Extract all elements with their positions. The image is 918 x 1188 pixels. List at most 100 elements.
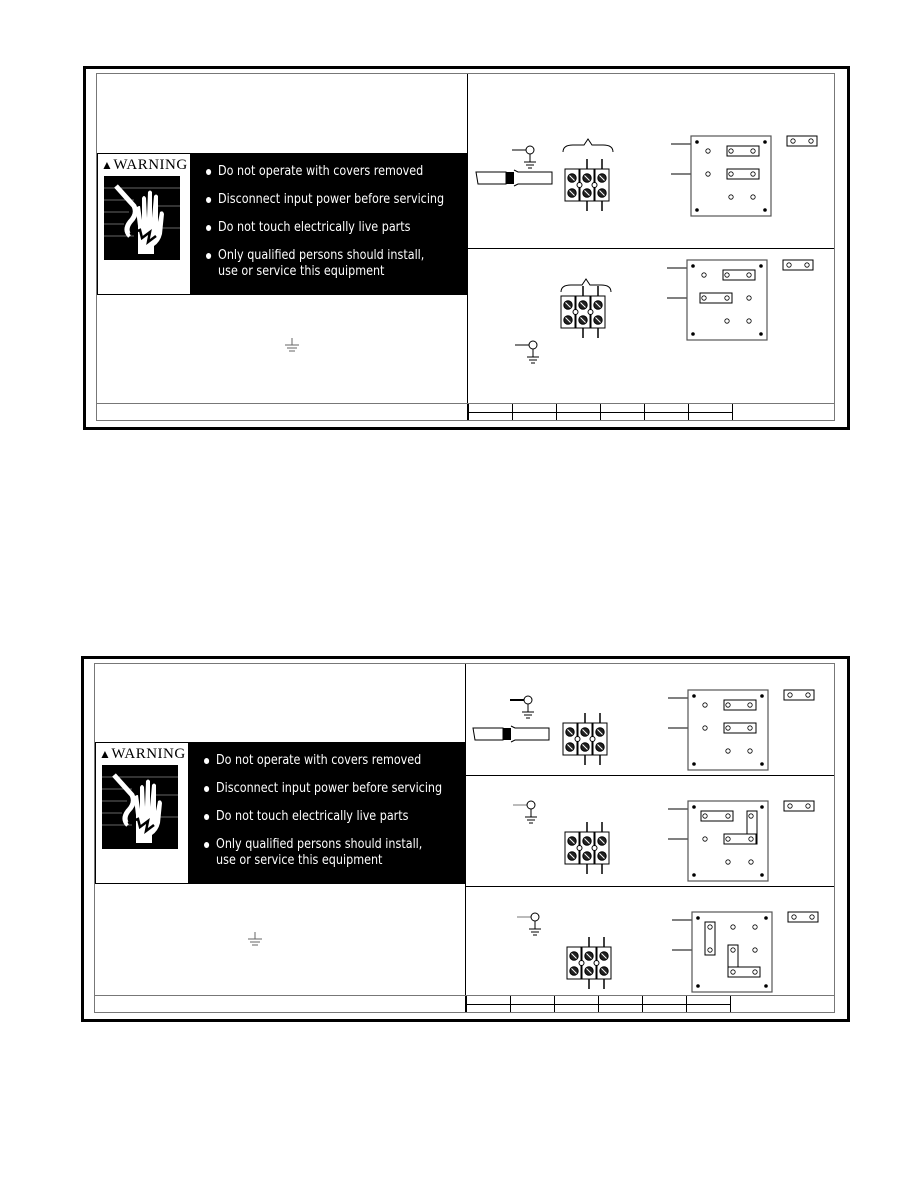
link-hole <box>589 736 596 742</box>
stud-icon <box>787 803 793 809</box>
stud-icon <box>752 924 758 930</box>
diagram-configuration-2 <box>466 775 834 887</box>
warning-title-text: WARNING <box>113 157 188 173</box>
title-block <box>466 996 834 1012</box>
ground-terminal-icon <box>517 912 541 936</box>
title-block <box>468 404 834 420</box>
terminal-block-icon <box>564 159 610 211</box>
title-block-cell <box>642 996 686 1012</box>
stud-icon <box>725 813 731 819</box>
ground-terminal-icon <box>512 145 536 169</box>
brace-icon <box>562 138 614 153</box>
jumper-plate-icon <box>667 259 814 341</box>
stud-icon <box>692 805 696 809</box>
ground-icon <box>285 338 299 352</box>
warning-item: Only qualified persons should install, us… <box>204 837 422 869</box>
warning-triangle-icon: ▲ <box>99 747 112 761</box>
left-column: ▲WARNING Do not operate with covers remo… <box>95 664 466 1012</box>
stud-icon <box>702 702 708 708</box>
stud-icon <box>702 725 708 731</box>
wiring-diagram <box>515 259 814 364</box>
stud-icon <box>724 318 730 324</box>
right-column <box>466 664 834 1012</box>
title-block-cell <box>466 996 510 1012</box>
warning-triangle-icon: ▲ <box>101 158 114 172</box>
stud-icon <box>763 140 767 144</box>
electric-shock-hand-icon <box>104 176 180 260</box>
stud-icon <box>692 694 696 698</box>
stud-icon <box>725 836 731 842</box>
cable-icon <box>472 725 550 743</box>
panel-frame: ▲WARNING Do not operate with covers remo… <box>96 73 835 421</box>
stud-icon <box>763 208 767 212</box>
left-column: ▲WARNING Do not operate with covers remo… <box>97 74 468 420</box>
warning-title: ▲WARNING <box>101 157 188 174</box>
right-column <box>468 74 834 420</box>
warning-item: Do not touch electrically live parts <box>206 220 424 236</box>
stud-icon <box>705 148 711 154</box>
stud-icon <box>790 138 796 144</box>
warning-item-line: use or service this equipment <box>218 264 385 279</box>
warning-item: Only qualified persons should install, us… <box>206 248 424 280</box>
warning-item-line: use or service this equipment <box>216 853 383 868</box>
stud-icon <box>696 984 700 988</box>
stud-icon <box>730 969 736 975</box>
stud-icon <box>724 295 730 301</box>
title-block-cell <box>598 996 642 1012</box>
stud-icon <box>759 332 763 336</box>
stud-icon <box>692 762 696 766</box>
terminal-block-icon <box>566 937 612 989</box>
jumper-plate-icon <box>671 135 818 217</box>
warning-item-line: Only qualified persons should install, <box>216 837 423 852</box>
warning-block: ▲WARNING Do not operate with covers remo… <box>97 153 468 295</box>
warning-title: ▲WARNING <box>99 746 186 763</box>
title-block-cell <box>644 404 688 420</box>
panel-frame: ▲WARNING Do not operate with covers remo… <box>94 663 835 1013</box>
stud-icon <box>728 148 734 154</box>
title-block-cell <box>730 996 834 1012</box>
stud-icon <box>760 694 764 698</box>
stud-icon <box>760 762 764 766</box>
stud-icon <box>805 692 811 698</box>
title-block-cell <box>512 404 556 420</box>
link-hole <box>574 736 581 742</box>
warning-list: Do not operate with covers removed Disco… <box>206 164 459 280</box>
warning-item: Do not operate with covers removed <box>204 753 422 769</box>
warning-item-line: Only qualified persons should install, <box>218 248 425 263</box>
stud-icon <box>764 984 768 988</box>
stud-icon <box>701 295 707 301</box>
diagram-configuration-1 <box>466 664 834 776</box>
link-hole <box>572 309 579 315</box>
warning-block: ▲WARNING Do not operate with covers remo… <box>95 742 466 884</box>
link-hole <box>593 960 600 966</box>
stud-icon <box>750 148 756 154</box>
diagram-configuration-2 <box>468 248 834 408</box>
jumper-plate-icon <box>668 689 815 771</box>
stud-icon <box>746 318 752 324</box>
warning-item: Disconnect input power before servicing <box>206 192 444 208</box>
stud-icon <box>724 272 730 278</box>
stud-icon <box>747 725 753 731</box>
stud-icon <box>805 803 811 809</box>
cable-icon <box>475 169 553 187</box>
warning-item: Disconnect input power before servicing <box>204 781 442 797</box>
warning-symbol-area: ▲WARNING <box>96 743 188 883</box>
stud-icon <box>725 748 731 754</box>
title-block-cell <box>686 996 730 1012</box>
stud-icon <box>691 332 695 336</box>
ground-terminal-icon <box>510 695 534 719</box>
title-block-cell <box>732 404 834 420</box>
stud-icon <box>695 208 699 212</box>
wiring-diagram <box>472 689 815 771</box>
stud-icon <box>748 859 754 865</box>
ground-terminal-icon <box>515 340 539 364</box>
wiring-diagram <box>513 800 815 882</box>
title-block-cell <box>510 996 554 1012</box>
stud-icon <box>750 171 756 177</box>
stud-icon <box>746 295 752 301</box>
stud-icon <box>804 262 810 268</box>
terminal-block-icon <box>564 822 610 874</box>
stud-icon <box>725 725 731 731</box>
stud-icon <box>747 748 753 754</box>
stud-icon <box>701 272 707 278</box>
